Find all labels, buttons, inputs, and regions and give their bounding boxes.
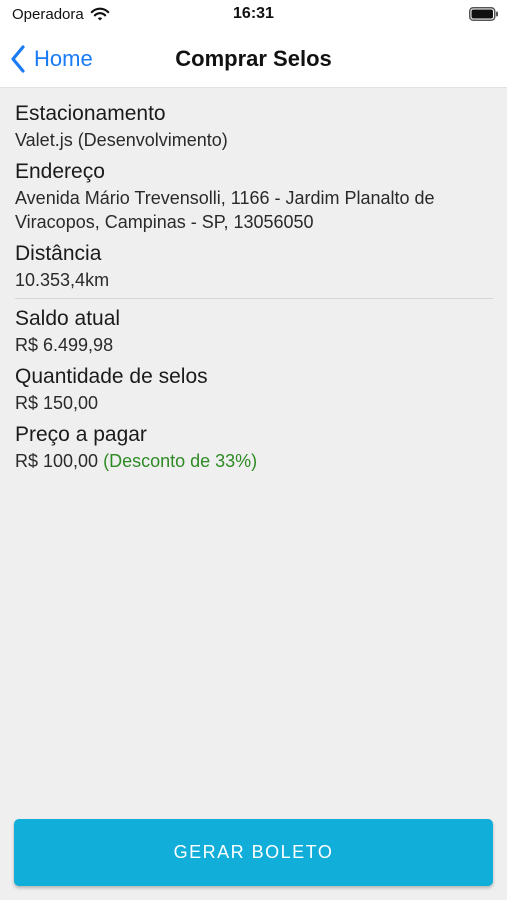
divider: [15, 298, 493, 299]
address-value: Avenida Mário Trevensolli, 1166 - Jardim…: [15, 186, 495, 234]
price-value-row: R$ 100,00 (Desconto de 33%): [15, 449, 495, 473]
generate-boleto-button[interactable]: GERAR BOLETO: [14, 819, 493, 886]
distance-section: Distância 10.353,4km: [15, 240, 495, 292]
status-time: 16:31: [233, 5, 274, 22]
distance-value: 10.353,4km: [15, 270, 110, 290]
balance-section: Saldo atual R$ 6.499,98: [15, 305, 495, 357]
balance-value: R$ 6.499,98: [15, 335, 114, 355]
back-label: Home: [34, 46, 93, 71]
purchase-details: Estacionamento Valet.js (Desenvolvimento…: [15, 100, 495, 479]
status-bar: Operadora 16:31: [0, 0, 507, 32]
discount-badge: (Desconto de 33%): [103, 451, 258, 471]
chevron-left-icon: [10, 45, 26, 73]
balance-label: Saldo atual: [15, 307, 121, 330]
distance-label: Distância: [15, 242, 102, 265]
price-value: R$ 100,00: [15, 451, 99, 471]
price-section: Preço a pagar R$ 100,00 (Desconto de 33%…: [15, 421, 495, 473]
stamps-label: Quantidade de selos: [15, 365, 208, 388]
battery-icon: [469, 7, 498, 21]
parking-value: Valet.js (Desenvolvimento): [15, 130, 228, 150]
address-line-1: Avenida Mário Trevensolli, 1166 - Jardim…: [15, 188, 435, 208]
stamps-section: Quantidade de selos R$ 150,00: [15, 363, 495, 415]
navigation-bar: Home Comprar Selos: [0, 32, 507, 88]
parking-section: Estacionamento Valet.js (Desenvolvimento…: [15, 100, 495, 152]
back-button[interactable]: Home: [10, 41, 93, 77]
address-line-2: Viracopos, Campinas - SP, 13056050: [15, 212, 314, 232]
price-label: Preço a pagar: [15, 423, 147, 446]
address-section: Endereço Avenida Mário Trevensolli, 1166…: [15, 158, 495, 234]
stamps-value: R$ 150,00: [15, 393, 99, 413]
parking-label: Estacionamento: [15, 102, 166, 125]
address-label: Endereço: [15, 160, 105, 183]
